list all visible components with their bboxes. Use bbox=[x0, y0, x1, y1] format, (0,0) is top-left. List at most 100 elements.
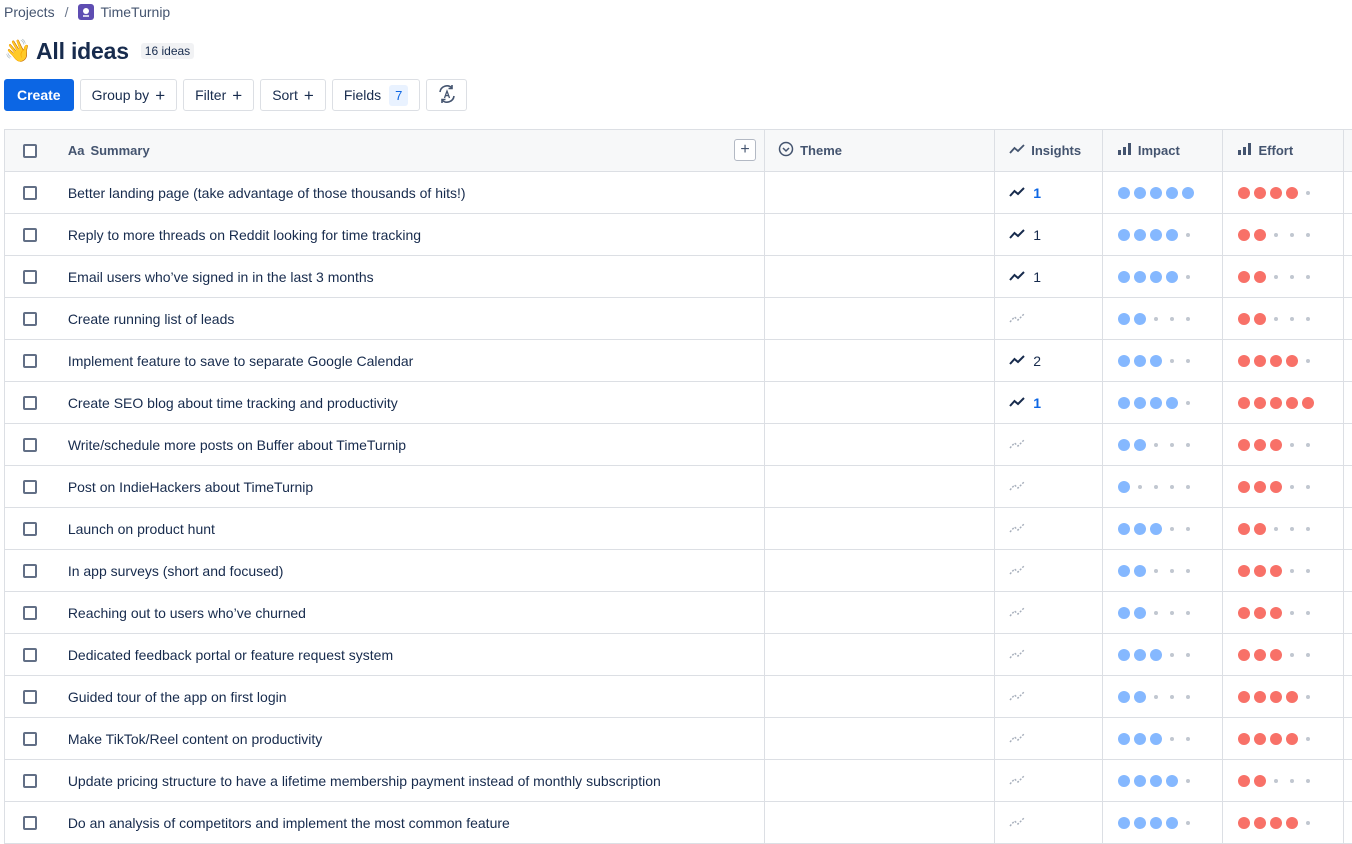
insights-cell[interactable] bbox=[995, 466, 1103, 507]
table-row[interactable]: Create SEO blog about time tracking and … bbox=[5, 382, 1352, 424]
auto-translate-button[interactable] bbox=[426, 79, 468, 111]
effort-cell[interactable] bbox=[1223, 298, 1345, 339]
table-row[interactable]: Do an analysis of competitors and implem… bbox=[5, 802, 1352, 844]
row-checkbox[interactable] bbox=[22, 479, 37, 494]
theme-cell[interactable] bbox=[765, 760, 996, 801]
summary-cell[interactable]: In app surveys (short and focused) bbox=[55, 550, 766, 591]
fields-button[interactable]: Fields 7 bbox=[331, 79, 421, 111]
impact-cell[interactable] bbox=[1103, 256, 1224, 297]
row-checkbox[interactable] bbox=[22, 647, 37, 662]
row-checkbox[interactable] bbox=[22, 437, 37, 452]
theme-cell[interactable] bbox=[765, 214, 996, 255]
summary-cell[interactable]: Implement feature to save to separate Go… bbox=[55, 340, 766, 381]
theme-cell[interactable] bbox=[765, 676, 996, 717]
row-checkbox[interactable] bbox=[22, 773, 37, 788]
summary-cell[interactable]: Reaching out to users who’ve churned bbox=[55, 592, 766, 633]
page-title[interactable]: All ideas bbox=[36, 38, 129, 65]
insights-cell[interactable] bbox=[995, 634, 1103, 675]
table-row[interactable]: Update pricing structure to have a lifet… bbox=[5, 760, 1352, 802]
effort-cell[interactable] bbox=[1223, 550, 1345, 591]
breadcrumb-projects[interactable]: Projects bbox=[4, 4, 55, 20]
table-row[interactable]: Reply to more threads on Reddit looking … bbox=[5, 214, 1352, 256]
theme-cell[interactable] bbox=[765, 634, 996, 675]
impact-cell[interactable] bbox=[1103, 550, 1224, 591]
impact-cell[interactable] bbox=[1103, 508, 1224, 549]
table-row[interactable]: In app surveys (short and focused) bbox=[5, 550, 1352, 592]
row-checkbox[interactable] bbox=[22, 689, 37, 704]
sort-button[interactable]: Sort + bbox=[260, 79, 326, 111]
summary-cell[interactable]: Reply to more threads on Reddit looking … bbox=[55, 214, 766, 255]
insights-cell[interactable] bbox=[995, 508, 1103, 549]
impact-cell[interactable] bbox=[1103, 298, 1224, 339]
insights-cell[interactable] bbox=[995, 424, 1103, 465]
table-row[interactable]: Post on IndieHackers about TimeTurnip bbox=[5, 466, 1352, 508]
effort-cell[interactable] bbox=[1223, 382, 1345, 423]
insights-cell[interactable]: 1 bbox=[995, 382, 1103, 423]
impact-cell[interactable] bbox=[1103, 340, 1224, 381]
column-header-insights[interactable]: Insights bbox=[995, 130, 1103, 171]
insights-cell[interactable] bbox=[995, 718, 1103, 759]
row-checkbox[interactable] bbox=[22, 521, 37, 536]
table-row[interactable]: Reaching out to users who’ve churned bbox=[5, 592, 1352, 634]
summary-cell[interactable]: Launch on product hunt bbox=[55, 508, 766, 549]
summary-cell[interactable]: Create running list of leads bbox=[55, 298, 766, 339]
theme-cell[interactable] bbox=[765, 256, 996, 297]
impact-cell[interactable] bbox=[1103, 214, 1224, 255]
impact-cell[interactable] bbox=[1103, 592, 1224, 633]
effort-cell[interactable] bbox=[1223, 760, 1345, 801]
theme-cell[interactable] bbox=[765, 298, 996, 339]
add-column-button[interactable]: + bbox=[734, 139, 757, 161]
insights-cell[interactable] bbox=[995, 760, 1103, 801]
breadcrumb-project[interactable]: TimeTurnip bbox=[100, 4, 170, 20]
summary-cell[interactable]: Create SEO blog about time tracking and … bbox=[55, 382, 766, 423]
column-header-summary[interactable]: Aa Summary + bbox=[55, 130, 766, 171]
insights-count[interactable]: 1 bbox=[1033, 395, 1041, 411]
column-header-theme[interactable]: Theme bbox=[765, 130, 996, 171]
column-header-impact[interactable]: Impact bbox=[1103, 130, 1224, 171]
impact-cell[interactable] bbox=[1103, 718, 1224, 759]
summary-cell[interactable]: Better landing page (take advantage of t… bbox=[55, 172, 766, 213]
effort-cell[interactable] bbox=[1223, 340, 1345, 381]
insights-cell[interactable]: 1 bbox=[995, 214, 1103, 255]
select-all-checkbox[interactable] bbox=[22, 143, 37, 158]
impact-cell[interactable] bbox=[1103, 382, 1224, 423]
table-row[interactable]: Better landing page (take advantage of t… bbox=[5, 172, 1352, 214]
impact-cell[interactable] bbox=[1103, 466, 1224, 507]
summary-cell[interactable]: Write/schedule more posts on Buffer abou… bbox=[55, 424, 766, 465]
row-checkbox[interactable] bbox=[22, 353, 37, 368]
theme-cell[interactable] bbox=[765, 508, 996, 549]
impact-cell[interactable] bbox=[1103, 424, 1224, 465]
effort-cell[interactable] bbox=[1223, 214, 1345, 255]
insights-cell[interactable] bbox=[995, 676, 1103, 717]
insights-cell[interactable] bbox=[995, 298, 1103, 339]
row-checkbox[interactable] bbox=[22, 311, 37, 326]
theme-cell[interactable] bbox=[765, 718, 996, 759]
effort-cell[interactable] bbox=[1223, 802, 1345, 843]
insights-cell[interactable]: 1 bbox=[995, 256, 1103, 297]
summary-cell[interactable]: Do an analysis of competitors and implem… bbox=[55, 802, 766, 843]
table-row[interactable]: Email users who’ve signed in in the last… bbox=[5, 256, 1352, 298]
insights-cell[interactable]: 2 bbox=[995, 340, 1103, 381]
insights-count[interactable]: 1 bbox=[1033, 185, 1041, 201]
create-button[interactable]: Create bbox=[4, 79, 74, 111]
impact-cell[interactable] bbox=[1103, 676, 1224, 717]
theme-cell[interactable] bbox=[765, 592, 996, 633]
table-row[interactable]: Make TikTok/Reel content on productivity bbox=[5, 718, 1352, 760]
effort-cell[interactable] bbox=[1223, 634, 1345, 675]
row-checkbox[interactable] bbox=[22, 815, 37, 830]
summary-cell[interactable]: Guided tour of the app on first login bbox=[55, 676, 766, 717]
row-checkbox[interactable] bbox=[22, 563, 37, 578]
theme-cell[interactable] bbox=[765, 172, 996, 213]
row-checkbox[interactable] bbox=[22, 227, 37, 242]
row-checkbox[interactable] bbox=[22, 605, 37, 620]
theme-cell[interactable] bbox=[765, 802, 996, 843]
table-row[interactable]: Write/schedule more posts on Buffer abou… bbox=[5, 424, 1352, 466]
effort-cell[interactable] bbox=[1223, 592, 1345, 633]
row-checkbox[interactable] bbox=[22, 395, 37, 410]
impact-cell[interactable] bbox=[1103, 634, 1224, 675]
insights-cell[interactable] bbox=[995, 592, 1103, 633]
effort-cell[interactable] bbox=[1223, 466, 1345, 507]
theme-cell[interactable] bbox=[765, 550, 996, 591]
effort-cell[interactable] bbox=[1223, 508, 1345, 549]
insights-cell[interactable]: 1 bbox=[995, 172, 1103, 213]
